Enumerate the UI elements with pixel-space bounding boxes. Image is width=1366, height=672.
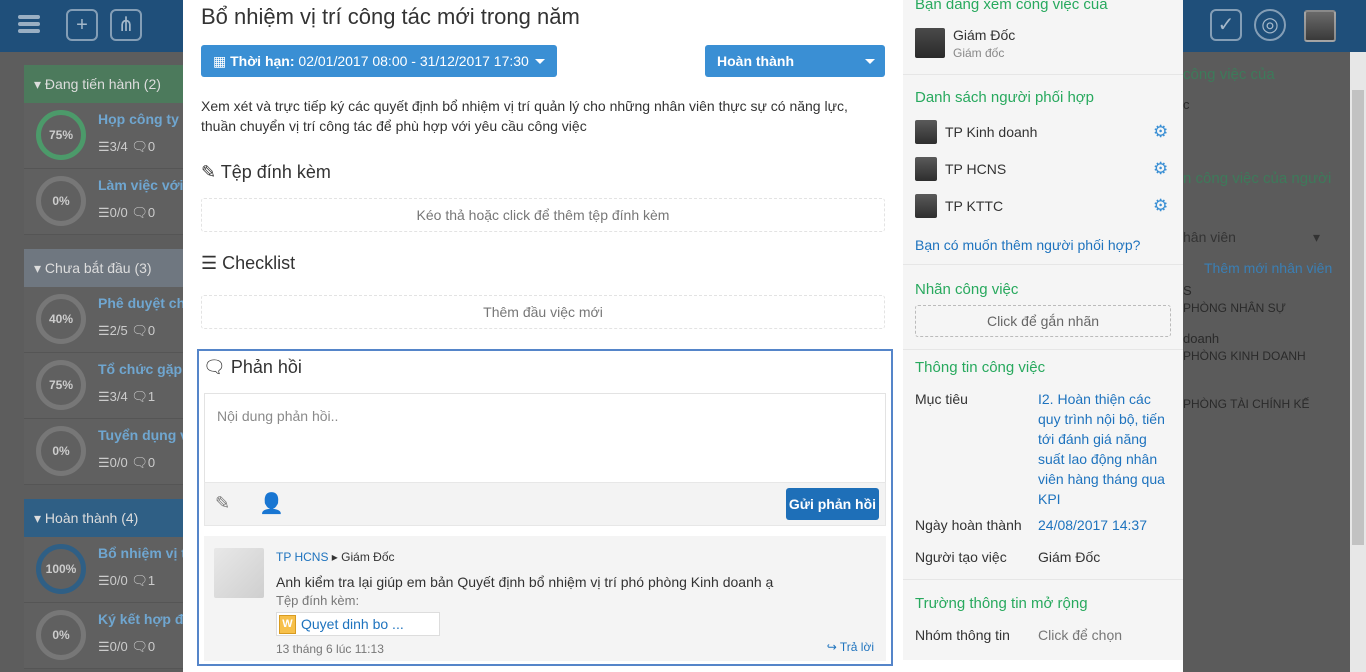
goal-label: Mục tiêu	[915, 391, 968, 407]
gear-icon[interactable]: ⚙	[1153, 196, 1168, 216]
comments-icon: 🗨	[203, 357, 226, 377]
avatar	[915, 157, 937, 181]
viewer-heading: Bạn đang xem công việc của	[915, 0, 1108, 13]
completion-date-value: 24/08/2017 14:37	[1038, 517, 1147, 533]
add-checklist-item[interactable]: Thêm đầu việc mới	[201, 295, 885, 329]
group-done[interactable]: ▾ Hoàn thành (4)	[24, 499, 184, 537]
task-card[interactable]: 0% Làm việc với ☰0/0 🗨0	[24, 169, 184, 235]
paperclip-icon: ✎	[201, 162, 217, 182]
avatar	[214, 548, 264, 598]
comment-author-line: TP HCNS ▸ Giám Đốc	[276, 550, 395, 564]
collaborator-name: TP Kinh doanh	[945, 124, 1038, 140]
comment-text: Anh kiểm tra lại giúp em bản Quyết định …	[276, 574, 774, 590]
attachment-dropzone[interactable]: Kéo thả hoặc click để thêm tệp đính kèm	[201, 198, 885, 232]
checklist-heading: ☰ Checklist	[201, 253, 296, 273]
attachments-heading: ✎ Tệp đính kèm	[201, 162, 331, 182]
group-in-progress[interactable]: ▾ Đang tiến hành (2)	[24, 65, 184, 103]
task-card[interactable]: 0% Tuyển dụng v ☰0/0 🗨0	[24, 419, 184, 485]
reply-icon: ↪	[826, 640, 837, 654]
bg-text: c	[1183, 97, 1190, 112]
scrollbar-thumb[interactable]	[1352, 90, 1364, 545]
calendar-icon: ▦	[213, 53, 227, 69]
bg-text: PHÒNG NHÂN SỰ	[1183, 301, 1286, 315]
comment-attachment-label: Tệp đính kèm:	[276, 593, 360, 608]
chevron-down-icon	[535, 59, 545, 64]
creator-value: Giám Đốc	[1038, 549, 1101, 565]
gear-icon[interactable]: ⚙	[1153, 159, 1168, 179]
goal-value[interactable]: I2. Hoàn thiện các quy trình nội bộ, tiế…	[1038, 389, 1173, 509]
comment-recipient: Giám Đốc	[341, 550, 395, 564]
collaborators-section: Danh sách người phối hợp TP Kinh doanh ⚙…	[903, 75, 1183, 265]
paperclip-icon[interactable]: ✎	[215, 493, 230, 514]
status-value: Hoàn thành	[717, 53, 794, 69]
task-card[interactable]: 0% Ký kết hợp đ ☰0/0 🗨0	[24, 603, 184, 669]
task-card[interactable]: 100% Bổ nhiệm vị t ☰0/0 🗨1	[24, 537, 184, 603]
add-tag-box[interactable]: Click để gắn nhãn	[915, 305, 1171, 337]
avatar	[915, 194, 937, 218]
menu-icon[interactable]	[10, 12, 40, 40]
add-collaborator-link[interactable]: Bạn có muốn thêm người phối hợp?	[915, 237, 1140, 253]
task-title: Bổ nhiệm vị trí công tác mới trong năm	[201, 4, 580, 29]
task-side-panel: Bạn đang xem công việc của Giám Đốc Giám…	[903, 0, 1183, 660]
add-user-icon[interactable]: 👤	[259, 491, 284, 516]
task-info-section: Thông tin công việc Mục tiêu I2. Hoàn th…	[903, 350, 1183, 580]
collaborator-name: TP HCNS	[945, 161, 1007, 177]
extended-fields-heading: Trường thông tin mở rộng	[915, 595, 1088, 612]
info-group-label: Nhóm thông tin	[915, 627, 1010, 643]
extended-fields-section: Trường thông tin mở rộng Nhóm thông tin …	[903, 580, 1183, 660]
task-card[interactable]: 75% Họp công ty ☰3/4 🗨0	[24, 103, 184, 169]
bg-add-staff-link[interactable]: Thêm mới nhân viên	[1204, 260, 1332, 276]
feedback-heading: 🗨 Phản hồi	[203, 357, 302, 377]
org-chart-icon[interactable]: ⋔	[110, 9, 142, 41]
comment-item: TP HCNS ▸ Giám Đốc Anh kiểm tra lại giúp…	[204, 536, 886, 661]
avatar	[915, 28, 945, 58]
bg-text: S	[1183, 283, 1192, 298]
chevron-down-icon	[865, 59, 875, 64]
comment-author[interactable]: TP HCNS	[276, 550, 328, 564]
viewer-name: Giám Đốc	[953, 27, 1016, 43]
viewer-section: Bạn đang xem công việc của Giám Đốc Giám…	[903, 0, 1183, 75]
deadline-label: Thời hạn:	[230, 53, 295, 69]
collaborator-name: TP KTTC	[945, 198, 1004, 214]
collaborators-heading: Danh sách người phối hợp	[915, 89, 1094, 106]
comment-time: 13 tháng 6 lúc 11:13	[276, 642, 384, 656]
target-icon[interactable]: ◎	[1254, 9, 1286, 41]
attached-file[interactable]: W Quyet dinh bo ...	[276, 612, 440, 636]
deadline-dropdown[interactable]: ▦ Thời hạn: 02/01/2017 08:00 - 31/12/201…	[201, 45, 557, 77]
deadline-value: 02/01/2017 08:00 - 31/12/2017 17:30	[298, 53, 529, 69]
caret-right-icon: ▸	[331, 550, 338, 564]
add-icon[interactable]: +	[66, 9, 98, 41]
creator-label: Người tạo việc	[915, 549, 1007, 565]
bg-text: doanh	[1183, 331, 1220, 346]
task-card[interactable]: 75% Tổ chức gặp ☰3/4 🗨1	[24, 353, 184, 419]
feedback-textarea[interactable]: Nội dung phản hồi..	[204, 393, 886, 483]
bg-text: PHÒNG KINH DOANH	[1183, 349, 1306, 363]
bg-heading: công việc của	[1183, 66, 1275, 83]
user-avatar[interactable]	[1304, 10, 1336, 42]
feedback-toolbar: ✎ 👤 Gửi phản hồi	[204, 482, 886, 526]
checkbox-icon[interactable]: ✓	[1210, 9, 1242, 41]
bg-text: PHÒNG TÀI CHÍNH KẾ	[1183, 397, 1310, 411]
viewer-role: Giám đốc	[953, 46, 1005, 60]
gear-icon[interactable]: ⚙	[1153, 122, 1168, 142]
reply-link[interactable]: ↪ Trả lời	[827, 640, 874, 654]
task-card[interactable]: 40% Phê duyệt ch ☰2/5 🗨0	[24, 287, 184, 353]
info-group-select[interactable]: Click để chọn	[1038, 625, 1122, 645]
avatar	[915, 120, 937, 144]
tags-heading: Nhãn công việc	[915, 281, 1019, 298]
word-file-icon: W	[279, 615, 296, 634]
feedback-section: 🗨 Phản hồi Nội dung phản hồi.. ✎ 👤 Gửi p…	[197, 349, 893, 666]
send-feedback-button[interactable]: Gửi phản hồi	[786, 488, 879, 520]
list-icon: ☰	[201, 253, 218, 273]
task-description: Xem xét và trực tiếp ký các quyết định b…	[201, 98, 848, 134]
status-dropdown[interactable]: Hoàn thành	[705, 45, 885, 77]
bg-heading: n công việc của người	[1183, 170, 1332, 187]
task-info-heading: Thông tin công việc	[915, 359, 1046, 376]
group-not-started[interactable]: ▾ Chưa bắt đầu (3)	[24, 249, 184, 287]
bg-staff-select[interactable]: hân viên ▾	[1183, 229, 1320, 245]
completion-date-label: Ngày hoàn thành	[915, 517, 1022, 533]
